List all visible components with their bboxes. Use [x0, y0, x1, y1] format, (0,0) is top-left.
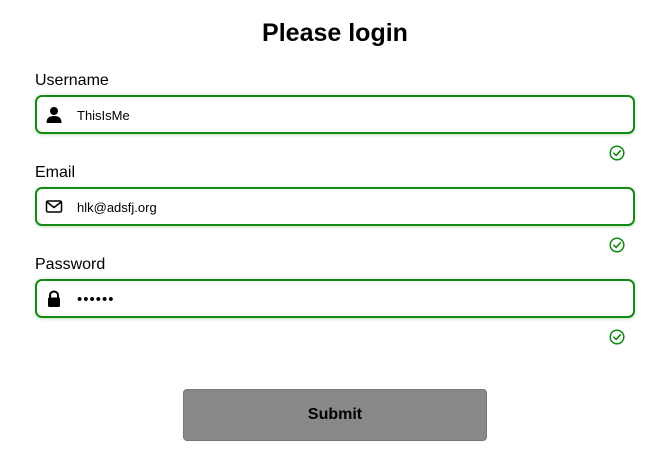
username-valid-check-icon — [609, 145, 625, 161]
email-field[interactable] — [35, 187, 635, 226]
username-field[interactable] — [35, 95, 635, 134]
email-input[interactable] — [77, 195, 627, 219]
login-page: Please login Username Email — [0, 0, 665, 474]
email-label: Email — [35, 164, 76, 181]
password-valid-check-icon — [609, 329, 625, 345]
password-label: Password — [35, 256, 106, 273]
username-label: Username — [35, 72, 109, 89]
username-input[interactable] — [77, 103, 627, 127]
envelope-icon — [45, 198, 63, 216]
password-field[interactable] — [35, 279, 635, 318]
submit-button[interactable]: Submit — [183, 389, 487, 441]
user-icon — [45, 106, 63, 124]
password-input[interactable] — [77, 287, 627, 311]
lock-icon — [45, 290, 63, 308]
email-valid-check-icon — [609, 237, 625, 253]
page-title: Please login — [262, 19, 408, 47]
